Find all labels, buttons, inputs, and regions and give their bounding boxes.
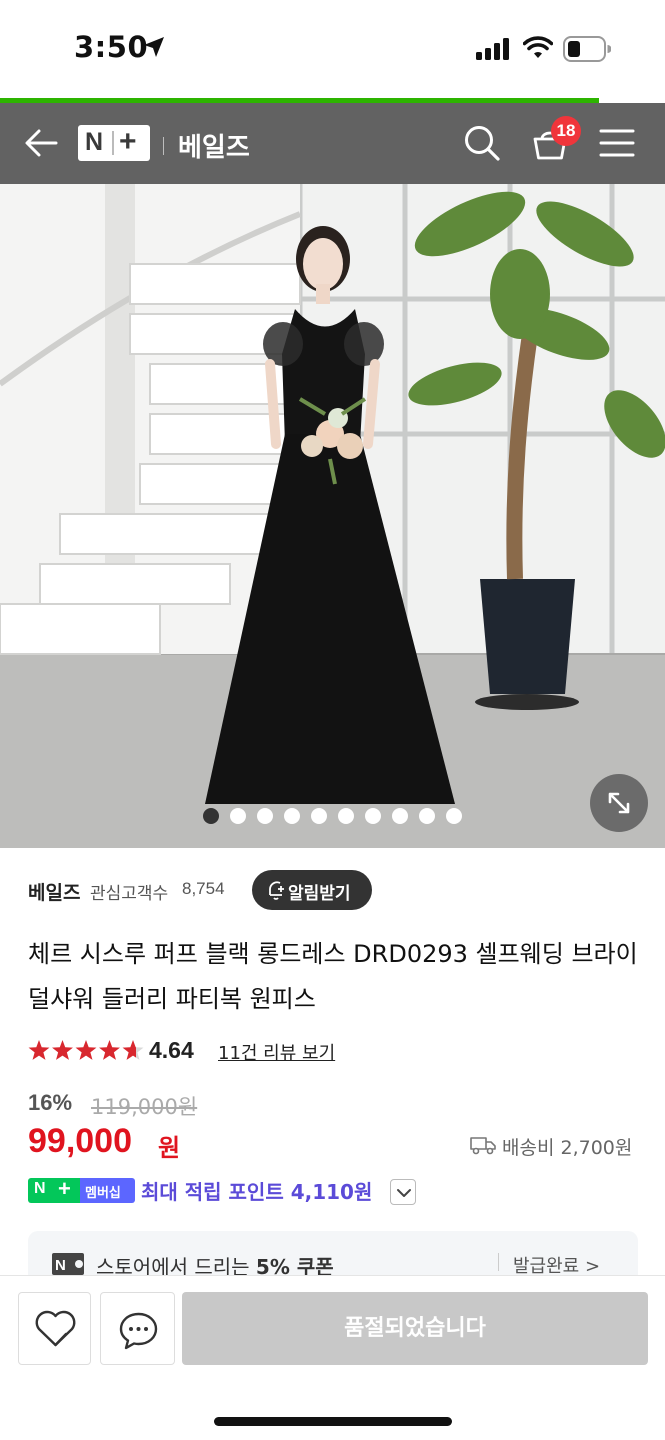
cellular-signal-icon xyxy=(476,38,509,60)
membership-badge-nplus: N + xyxy=(28,1178,80,1203)
svg-text:N: N xyxy=(55,1257,66,1274)
bell-plus-icon xyxy=(269,881,284,900)
carousel-dot[interactable] xyxy=(338,808,354,824)
fan-count-value: 8,754 xyxy=(182,879,225,898)
rating-row: 4.64 11건 리뷰 보기 xyxy=(28,1035,648,1067)
wifi-icon xyxy=(523,36,553,58)
carousel-dot[interactable] xyxy=(392,808,408,824)
carousel-dot[interactable] xyxy=(446,808,462,824)
discount-rate: 16% xyxy=(28,1090,73,1115)
membership-badge-label: 멤버십 xyxy=(85,1186,121,1201)
notify-button-label: 알림받기 xyxy=(288,884,351,904)
carousel-dot[interactable] xyxy=(203,808,219,824)
battery-icon xyxy=(563,36,611,62)
cart-count-badge: 18 xyxy=(551,116,581,146)
bottom-action-bar: 품절되었습니다 xyxy=(0,1275,665,1440)
logo-divider xyxy=(112,131,114,155)
review-link[interactable]: 11건 리뷰 보기 xyxy=(218,1039,335,1065)
naver-plus-logo[interactable]: N + xyxy=(78,125,150,161)
nav-separator xyxy=(163,137,164,155)
rating-stars xyxy=(28,1040,144,1060)
badge-plus: + xyxy=(58,1178,71,1201)
coupon-separator xyxy=(498,1253,499,1271)
membership-badge: N + 멤버십 xyxy=(28,1178,135,1203)
expand-icon xyxy=(608,792,630,814)
talk-talk-button[interactable] xyxy=(100,1292,175,1365)
app-root: 3:50 N + 베일즈 18 베일즈 관심고객수 8,754 알림받기 체르 … xyxy=(0,0,665,1440)
star-icon xyxy=(52,1040,73,1060)
wishlist-button[interactable] xyxy=(18,1292,91,1365)
nav-store-name[interactable]: 베일즈 xyxy=(178,127,250,164)
carousel-dot[interactable] xyxy=(365,808,381,824)
star-icon xyxy=(99,1040,120,1060)
star-icon xyxy=(75,1040,97,1060)
hamburger-menu-icon[interactable] xyxy=(599,128,635,158)
points-expand-button[interactable] xyxy=(390,1179,416,1205)
heart-icon xyxy=(35,1310,76,1347)
chevron-down-icon xyxy=(397,1189,411,1197)
product-title: 체르 시스루 퍼프 블랙 롱드레스 DRD0293 셀프웨딩 브라이덜샤워 들러… xyxy=(28,940,638,1013)
logo-plus: + xyxy=(119,125,137,158)
carousel-dot[interactable] xyxy=(284,808,300,824)
membership-row: N + 멤버십 최대 적립 포인트 4,110원 xyxy=(28,1175,648,1207)
original-price: 119,000원 xyxy=(91,1095,198,1119)
product-photo-illustration xyxy=(0,184,665,848)
fan-count-label: 관심고객수 xyxy=(90,884,169,904)
logo-n: N xyxy=(85,128,104,156)
search-icon[interactable] xyxy=(463,124,501,162)
back-arrow-icon[interactable] xyxy=(24,127,58,159)
product-photo[interactable] xyxy=(0,184,665,848)
sale-price: 99,000 xyxy=(28,1122,132,1160)
naver-coupon-icon: N xyxy=(52,1253,84,1275)
carousel-dot[interactable] xyxy=(230,808,246,824)
store-name-link[interactable]: 베일즈 xyxy=(28,878,80,905)
store-info-row: 베일즈 관심고객수 8,754 알림받기 xyxy=(28,870,648,914)
carousel-dot[interactable] xyxy=(419,808,435,824)
star-icon xyxy=(28,1040,50,1060)
chat-bubble-icon xyxy=(119,1312,158,1350)
carousel-dot[interactable] xyxy=(257,808,273,824)
home-indicator[interactable] xyxy=(214,1417,452,1426)
shipping-fee: 배송비 2,700원 xyxy=(502,1137,633,1159)
star-icon xyxy=(122,1040,144,1060)
top-nav-bar: N + 베일즈 18 xyxy=(0,103,665,184)
location-arrow-icon xyxy=(144,37,164,57)
membership-badge-label-wrap: 멤버십 xyxy=(80,1178,135,1203)
sale-price-unit: 원 xyxy=(158,1134,181,1162)
max-points-text: 최대 적립 포인트 4,110원 xyxy=(141,1180,373,1204)
image-carousel-dots[interactable] xyxy=(0,808,665,824)
status-time: 3:50 xyxy=(74,30,149,64)
notify-button[interactable]: 알림받기 xyxy=(252,870,372,910)
expand-image-button[interactable] xyxy=(590,774,648,832)
truck-icon xyxy=(470,1137,496,1155)
rating-value: 4.64 xyxy=(149,1037,194,1063)
carousel-dot[interactable] xyxy=(311,808,327,824)
sold-out-button[interactable]: 품절되었습니다 xyxy=(182,1292,648,1365)
badge-n: N xyxy=(34,1180,46,1197)
status-bar: 3:50 xyxy=(0,0,665,100)
